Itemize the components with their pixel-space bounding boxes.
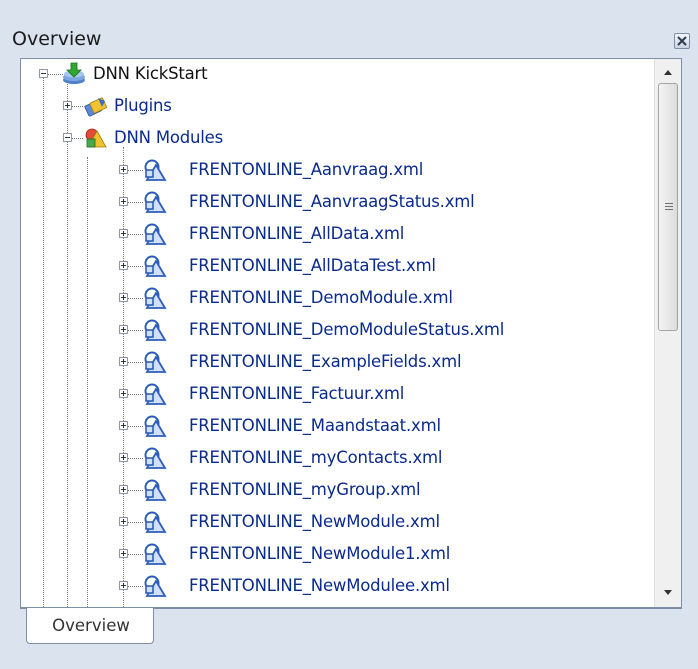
module-file-icon	[143, 510, 169, 534]
overview-panel: Overview DNN KickStart Plugins DNN Modul…	[0, 0, 698, 669]
tree-node-module[interactable]: FRENTONLINE_myGroup.xml	[21, 477, 621, 505]
panel-title: Overview	[12, 28, 102, 50]
module-file-icon	[143, 414, 169, 438]
tree-node-label: FRENTONLINE_DemoModule.xml	[189, 288, 453, 307]
module-file-icon	[143, 574, 169, 598]
tree-node-module[interactable]: FRENTONLINE_AllDataTest.xml	[21, 253, 621, 281]
tree-node-module[interactable]: FRENTONLINE_ExampleFields.xml	[21, 349, 621, 377]
tree-node-module[interactable]: FRENTONLINE_AllData.xml	[21, 221, 621, 249]
module-file-icon	[143, 318, 169, 342]
module-file-icon	[143, 222, 169, 246]
module-file-icon	[143, 350, 169, 374]
tree-node-label: FRENTONLINE_AanvraagStatus.xml	[189, 192, 475, 211]
module-file-icon	[143, 446, 169, 470]
tree-node-module[interactable]: FRENTONLINE_NewModule1.xml	[21, 541, 621, 569]
collapse-icon[interactable]	[39, 69, 48, 78]
tree-view[interactable]: DNN KickStart Plugins DNN Modules FRENTO…	[20, 58, 682, 608]
tree-node-module[interactable]: FRENTONLINE_AanvraagStatus.xml	[21, 189, 621, 217]
tree-node-module[interactable]: FRENTONLINE_Maandstaat.xml	[21, 413, 621, 441]
tree-node-label: DNN KickStart	[93, 64, 208, 83]
tree-node-plugins[interactable]: Plugins	[21, 93, 621, 121]
expand-icon[interactable]	[119, 485, 128, 494]
grip-icon	[665, 203, 673, 211]
modules-icon	[85, 128, 107, 148]
tree-node-label: Plugins	[114, 96, 172, 115]
module-file-icon	[143, 382, 169, 406]
tree-node-module[interactable]: FRENTONLINE_Factuur.xml	[21, 381, 621, 409]
package-download-icon	[63, 62, 85, 84]
tab-overview[interactable]: Overview	[26, 608, 154, 644]
tree-node-label: FRENTONLINE_myGroup.xml	[189, 480, 421, 499]
tree-node-module[interactable]: FRENTONLINE_DemoModule.xml	[21, 285, 621, 313]
scroll-up-arrow-icon[interactable]	[655, 61, 681, 83]
tree-node-label: FRENTONLINE_Aanvraag.xml	[189, 160, 424, 179]
expand-icon[interactable]	[119, 325, 128, 334]
expand-icon[interactable]	[119, 261, 128, 270]
tree-node-label: FRENTONLINE_AllDataTest.xml	[189, 256, 436, 275]
tab-strip: Overview	[20, 608, 682, 649]
expand-icon[interactable]	[119, 293, 128, 302]
scrollbar-thumb[interactable]	[658, 83, 678, 331]
tree-node-label: DNN Modules	[114, 128, 224, 147]
expand-icon[interactable]	[119, 389, 128, 398]
module-file-icon	[143, 286, 169, 310]
close-icon[interactable]	[674, 33, 690, 49]
tree-node-dnn-modules[interactable]: DNN Modules	[21, 125, 621, 153]
tree-node-module[interactable]: FRENTONLINE_myContacts.xml	[21, 445, 621, 473]
tree-node-label: FRENTONLINE_Maandstaat.xml	[189, 416, 441, 435]
expand-icon[interactable]	[63, 101, 72, 110]
expand-icon[interactable]	[119, 357, 128, 366]
vertical-scrollbar[interactable]	[654, 59, 681, 607]
expand-icon[interactable]	[119, 549, 128, 558]
tree-node-label: FRENTONLINE_Factuur.xml	[189, 384, 405, 403]
expand-icon[interactable]	[119, 421, 128, 430]
module-file-icon	[143, 190, 169, 214]
tree-node-module[interactable]: FRENTONLINE_Aanvraag.xml	[21, 157, 621, 185]
expand-icon[interactable]	[119, 453, 128, 462]
module-file-icon	[143, 478, 169, 502]
module-file-icon	[143, 542, 169, 566]
collapse-icon[interactable]	[63, 133, 72, 142]
expand-icon[interactable]	[119, 165, 128, 174]
module-file-icon	[143, 254, 169, 278]
plugins-icon	[84, 97, 107, 117]
tree-node-module[interactable]: FRENTONLINE_NewModule.xml	[21, 509, 621, 537]
tree-node-label: FRENTONLINE_ExampleFields.xml	[189, 352, 462, 371]
tree-node-root[interactable]: DNN KickStart	[21, 61, 621, 89]
tree-node-module[interactable]: FRENTONLINE_NewModulee.xml	[21, 573, 621, 601]
tree-node-label: FRENTONLINE_NewModulee.xml	[189, 576, 450, 595]
expand-icon[interactable]	[119, 229, 128, 238]
tree-node-module[interactable]: FRENTONLINE_DemoModuleStatus.xml	[21, 317, 621, 345]
tree-node-label: FRENTONLINE_DemoModuleStatus.xml	[189, 320, 505, 339]
scroll-down-arrow-icon[interactable]	[655, 581, 681, 603]
tree-node-label: FRENTONLINE_AllData.xml	[189, 224, 405, 243]
expand-icon[interactable]	[119, 517, 128, 526]
expand-icon[interactable]	[119, 197, 128, 206]
tab-label: Overview	[52, 616, 130, 635]
tree-node-label: FRENTONLINE_myContacts.xml	[189, 448, 443, 467]
tree-node-label: FRENTONLINE_NewModule.xml	[189, 512, 440, 531]
module-file-icon	[143, 158, 169, 182]
tree-node-label: FRENTONLINE_NewModule1.xml	[189, 544, 451, 563]
panel-titlebar: Overview	[10, 26, 690, 56]
expand-icon[interactable]	[119, 581, 128, 590]
